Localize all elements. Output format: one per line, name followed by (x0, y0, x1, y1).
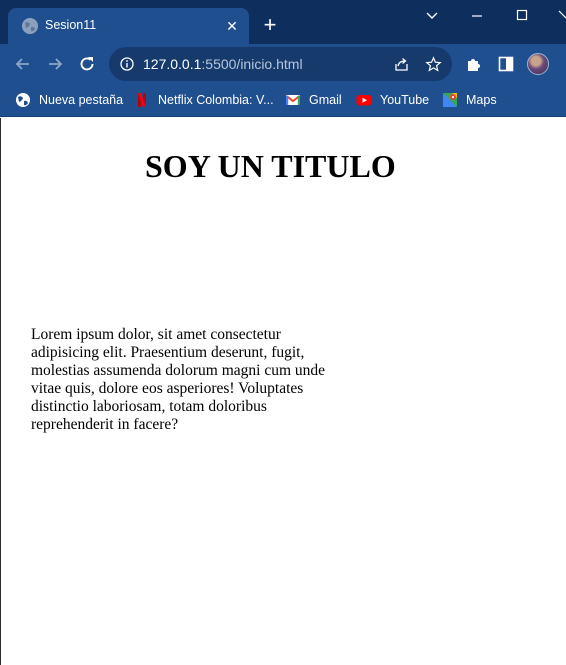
netflix-icon (134, 92, 150, 108)
maximize-icon[interactable] (512, 8, 532, 24)
bookmark-youtube[interactable]: YouTube (356, 91, 429, 109)
bookmarks-bar: Nueva pestaña Netflix Colombia: V... Gma… (0, 84, 566, 117)
tab-title: Sesion11 (45, 18, 97, 32)
bookmark-label: Gmail (309, 93, 342, 107)
close-icon[interactable] (556, 8, 566, 24)
bookmark-label: Nueva pestaña (39, 93, 124, 107)
share-icon[interactable] (393, 56, 410, 73)
tab-close-icon[interactable]: ✕ (224, 18, 240, 34)
maps-icon (442, 92, 458, 108)
extensions-icon[interactable] (465, 55, 483, 73)
bookmark-label: Netflix Colombia: V... (158, 93, 274, 107)
browser-title-bar: Sesion11 ✕ + (0, 0, 566, 44)
reload-icon[interactable] (77, 54, 97, 74)
gmail-icon (285, 92, 301, 108)
globe-icon (22, 18, 38, 34)
tab-search-icon[interactable] (422, 8, 442, 24)
info-icon[interactable] (120, 57, 134, 71)
bookmark-label: Maps (466, 93, 497, 107)
back-icon[interactable] (13, 54, 33, 74)
globe-icon (15, 92, 31, 108)
star-icon[interactable] (425, 56, 442, 73)
forward-icon[interactable] (45, 54, 65, 74)
youtube-icon (356, 92, 372, 108)
avatar[interactable] (527, 53, 549, 75)
address-bar[interactable]: 127.0.0.1:5500/inicio.html (109, 47, 452, 81)
page-viewport: SOY UN TITULO Lorem ipsum dolor, sit ame… (0, 118, 566, 665)
minimize-icon[interactable] (467, 8, 487, 24)
bookmark-maps[interactable]: Maps (442, 91, 497, 109)
new-tab-button[interactable]: + (260, 14, 280, 36)
bookmark-label: YouTube (380, 93, 430, 107)
bookmark-nueva-pestana[interactable]: Nueva pestaña (15, 91, 123, 109)
side-panel-icon[interactable] (497, 55, 515, 73)
bookmark-gmail[interactable]: Gmail (285, 91, 342, 109)
bookmark-netflix[interactable]: Netflix Colombia: V... (134, 91, 274, 109)
url-host: 127.0.0.1 (143, 56, 202, 72)
page-title: SOY UN TITULO (145, 148, 396, 184)
page-paragraph: Lorem ipsum dolor, sit amet consectetur … (31, 326, 326, 433)
browser-tab[interactable]: Sesion11 ✕ (8, 8, 249, 44)
browser-toolbar: 127.0.0.1:5500/inicio.html (0, 44, 566, 84)
url-text[interactable]: 127.0.0.1:5500/inicio.html (143, 56, 303, 72)
url-path: :5500/inicio.html (201, 56, 303, 72)
